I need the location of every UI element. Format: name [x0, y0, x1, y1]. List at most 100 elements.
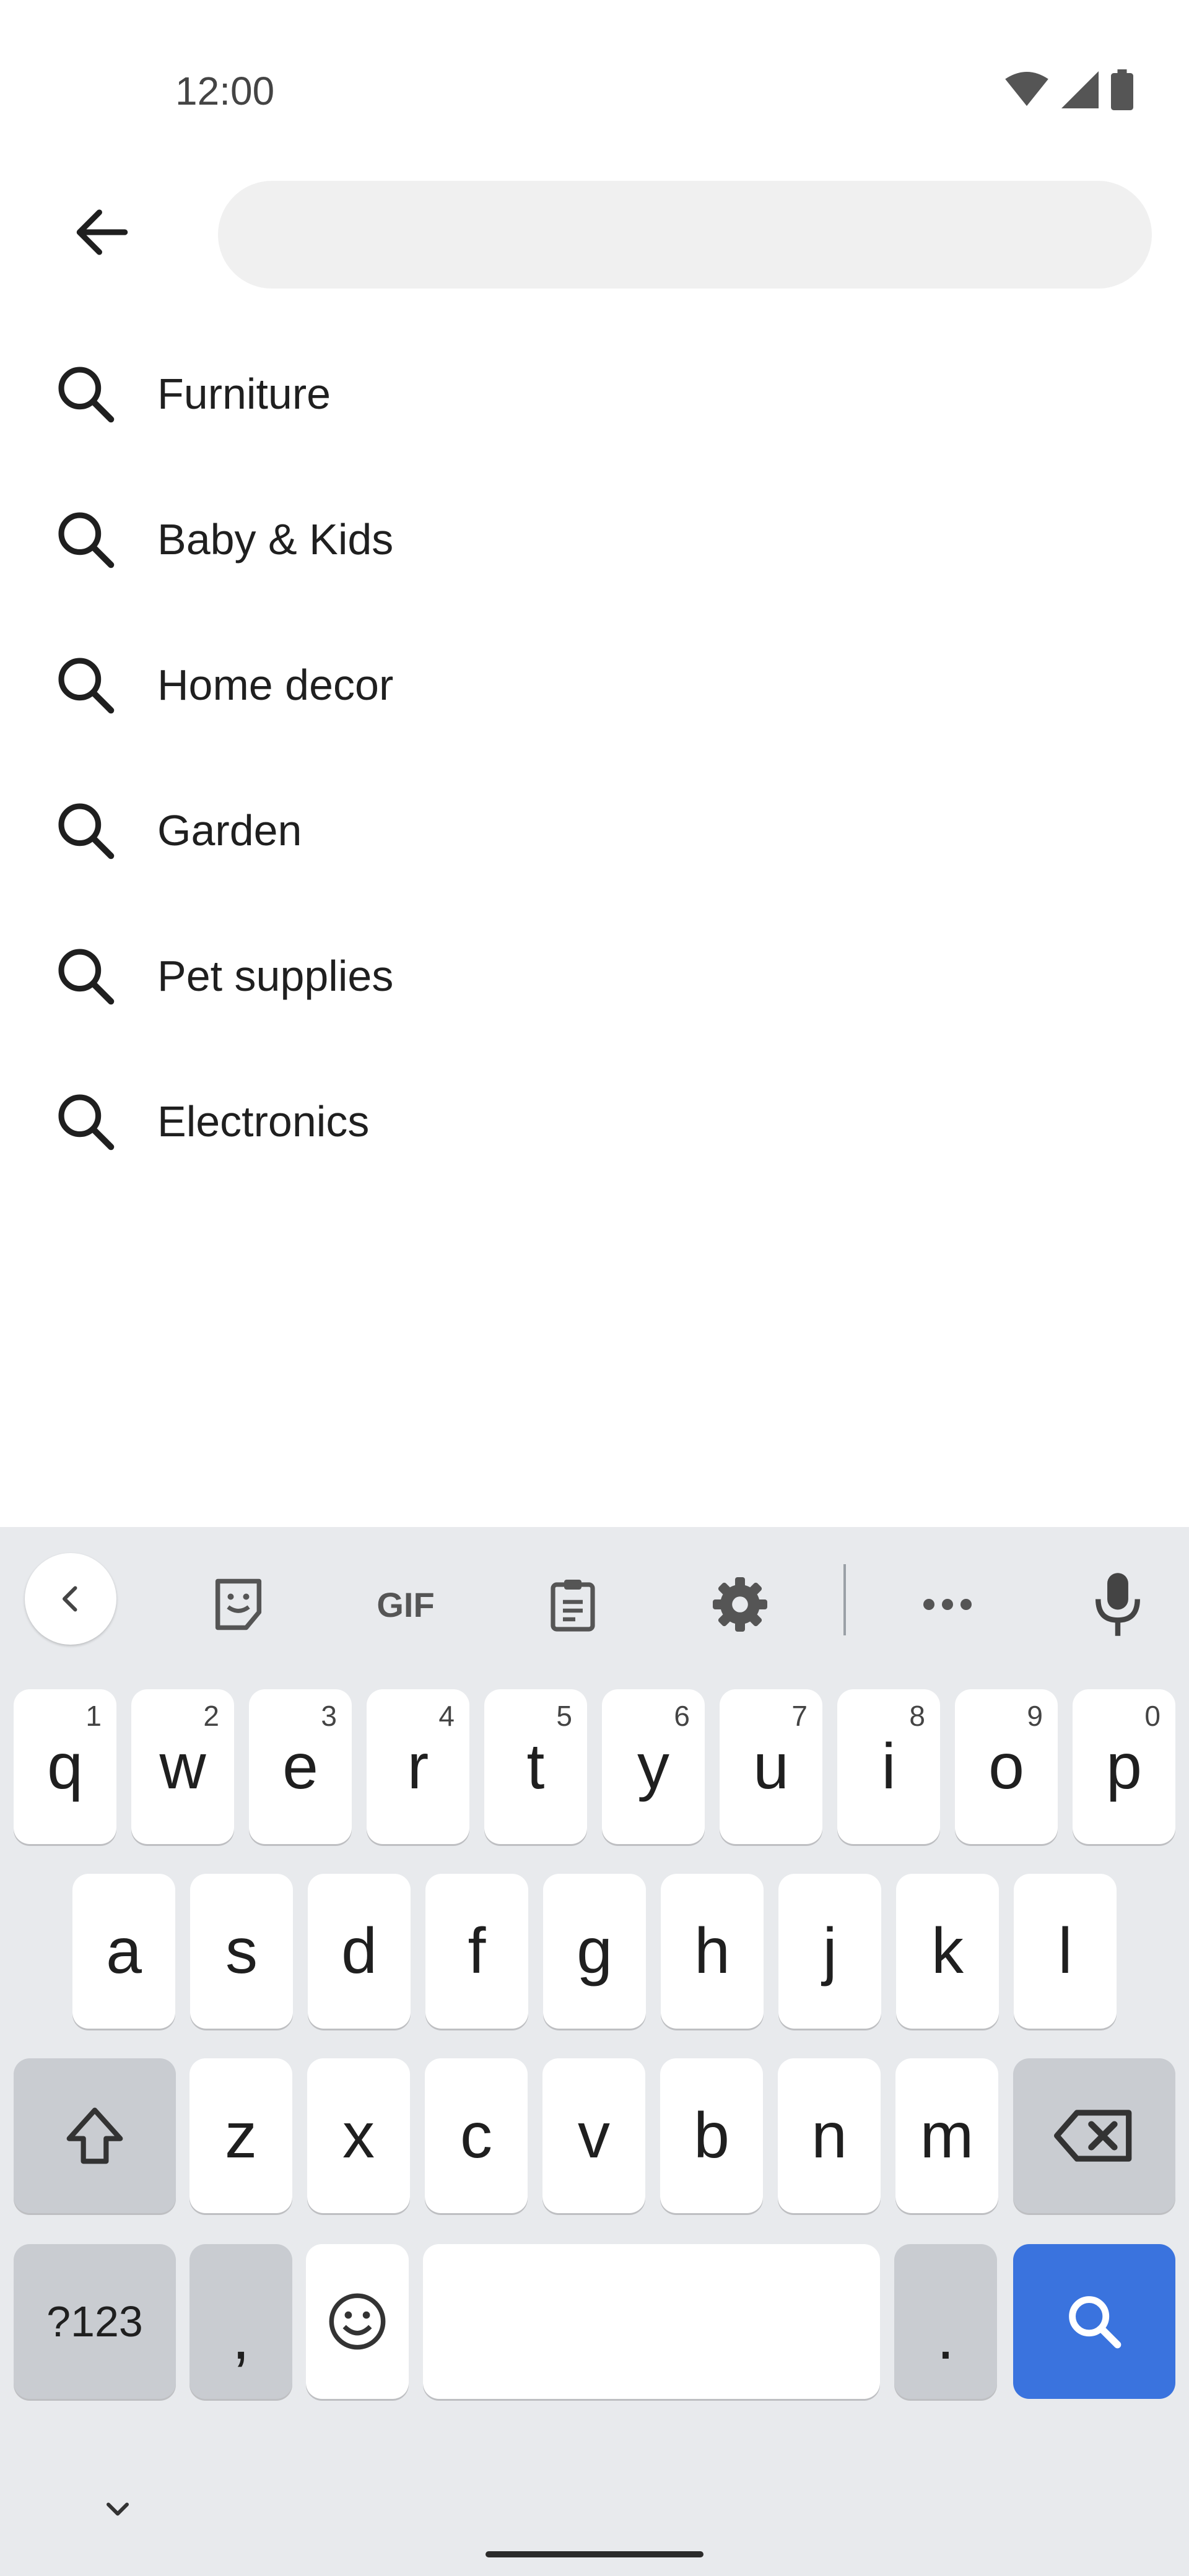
search-icon — [48, 793, 123, 868]
key-i[interactable]: i8 — [837, 1689, 940, 1844]
key-e[interactable]: e3 — [249, 1689, 352, 1844]
status-icons — [1004, 69, 1133, 110]
search-icon — [48, 502, 123, 577]
back-button[interactable] — [62, 192, 142, 272]
key-label: w — [159, 1730, 206, 1803]
wifi-icon — [1005, 72, 1048, 107]
key-m[interactable]: m — [895, 2058, 998, 2213]
key-hint: 5 — [556, 1700, 572, 1732]
suggestion-item[interactable]: Electronics — [0, 1048, 1189, 1194]
search-icon — [48, 648, 123, 722]
key-o[interactable]: o9 — [955, 1689, 1058, 1844]
key-x[interactable]: x — [307, 2058, 410, 2213]
key-hint: 7 — [791, 1700, 808, 1732]
gear-icon — [713, 1577, 767, 1632]
key-l[interactable]: l — [1014, 1874, 1117, 2029]
suggestion-item[interactable]: Pet supplies — [0, 903, 1189, 1048]
search-action-key[interactable] — [1013, 2244, 1175, 2399]
shift-icon — [66, 2107, 123, 2164]
key-hint: 9 — [1027, 1700, 1043, 1732]
key-y[interactable]: y6 — [602, 1689, 705, 1844]
symbols-key[interactable]: ?123 — [14, 2244, 176, 2399]
settings-button[interactable] — [700, 1564, 780, 1645]
suggestion-label: Furniture — [157, 369, 331, 418]
suggestion-item[interactable]: Home decor — [0, 612, 1189, 757]
home-gesture-handle[interactable] — [486, 2551, 703, 2557]
clipboard-icon — [551, 1580, 595, 1632]
suggestion-item[interactable]: Furniture — [0, 321, 1189, 466]
key-label: t — [526, 1730, 545, 1803]
key-hint: 1 — [85, 1700, 102, 1732]
more-horiz-icon — [923, 1599, 972, 1610]
suggestion-label: Baby & Kids — [157, 515, 394, 564]
suggestion-item[interactable]: Baby & Kids — [0, 466, 1189, 612]
comma-key[interactable]: , — [189, 2244, 292, 2399]
key-hint: 4 — [438, 1700, 455, 1732]
search-icon — [48, 357, 123, 431]
sticker-button[interactable] — [198, 1564, 279, 1645]
search-input[interactable] — [218, 181, 1152, 289]
backspace-icon — [1054, 2110, 1132, 2162]
key-label: i — [881, 1730, 896, 1803]
key-label: r — [407, 1730, 429, 1803]
key-p[interactable]: p0 — [1073, 1689, 1175, 1844]
toolbar-divider — [843, 1564, 846, 1635]
key-b[interactable]: b — [660, 2058, 763, 2213]
key-f[interactable]: f — [425, 1874, 528, 2029]
key-g[interactable]: g — [543, 1874, 646, 2029]
key-d[interactable]: d — [308, 1874, 411, 2029]
key-hint: 8 — [909, 1700, 925, 1732]
battery-icon — [1111, 69, 1133, 110]
period-key[interactable]: . — [894, 2244, 997, 2399]
suggestion-label: Garden — [157, 806, 302, 855]
key-k[interactable]: k — [896, 1874, 999, 2029]
cellular-signal-icon — [1061, 71, 1099, 108]
gif-button[interactable]: GIF — [359, 1564, 452, 1645]
key-a[interactable]: a — [72, 1874, 175, 2029]
suggestion-label: Electronics — [157, 1097, 370, 1146]
key-q[interactable]: q1 — [14, 1689, 116, 1844]
emoji-icon — [329, 2293, 386, 2350]
key-label: q — [47, 1730, 83, 1803]
chevron-left-icon — [63, 1586, 77, 1612]
more-options-button[interactable] — [904, 1564, 991, 1645]
arrow-back-icon — [76, 209, 128, 255]
keyboard-collapse-toolbar-button[interactable] — [25, 1553, 116, 1645]
key-u[interactable]: u7 — [720, 1689, 822, 1844]
key-hint: 3 — [321, 1700, 337, 1732]
suggestion-label: Pet supplies — [157, 951, 394, 1000]
key-t[interactable]: t5 — [484, 1689, 587, 1844]
key-r[interactable]: r4 — [367, 1689, 469, 1844]
key-j[interactable]: j — [778, 1874, 881, 2029]
search-icon — [48, 939, 123, 1013]
clipboard-button[interactable] — [533, 1564, 613, 1645]
key-v[interactable]: v — [542, 2058, 645, 2213]
key-label: e — [282, 1730, 318, 1803]
search-icon — [1069, 2296, 1121, 2349]
key-s[interactable]: s — [190, 1874, 293, 2029]
search-bar[interactable] — [218, 181, 1152, 289]
hide-keyboard-button[interactable] — [87, 2478, 149, 2540]
voice-input-button[interactable] — [1078, 1561, 1158, 1648]
key-hint: 6 — [674, 1700, 690, 1732]
keyboard: GIF q1w2e3r4 t 5 y 6 u 7 i 8 o 9 p 0 a s… — [0, 1527, 1189, 2576]
backspace-key[interactable] — [1013, 2058, 1175, 2213]
key-label: o — [988, 1730, 1024, 1803]
key-hint: 2 — [203, 1700, 219, 1732]
chevron-down-icon — [107, 2502, 129, 2516]
microphone-icon — [1095, 1573, 1140, 1636]
status-time: 12:00 — [175, 69, 275, 113]
key-w[interactable]: w2 — [131, 1689, 234, 1844]
key-label: y — [637, 1730, 669, 1803]
key-z[interactable]: z — [189, 2058, 292, 2213]
suggestion-item[interactable]: Garden — [0, 757, 1189, 903]
emoji-key[interactable] — [306, 2244, 409, 2399]
key-h[interactable]: h — [661, 1874, 764, 2029]
key-n[interactable]: n — [778, 2058, 881, 2213]
key-label: p — [1106, 1730, 1142, 1803]
key-c[interactable]: c — [425, 2058, 528, 2213]
space-key[interactable] — [423, 2244, 880, 2399]
shift-key[interactable] — [14, 2058, 176, 2213]
key-hint: 0 — [1144, 1700, 1161, 1732]
key-label: u — [753, 1730, 789, 1803]
